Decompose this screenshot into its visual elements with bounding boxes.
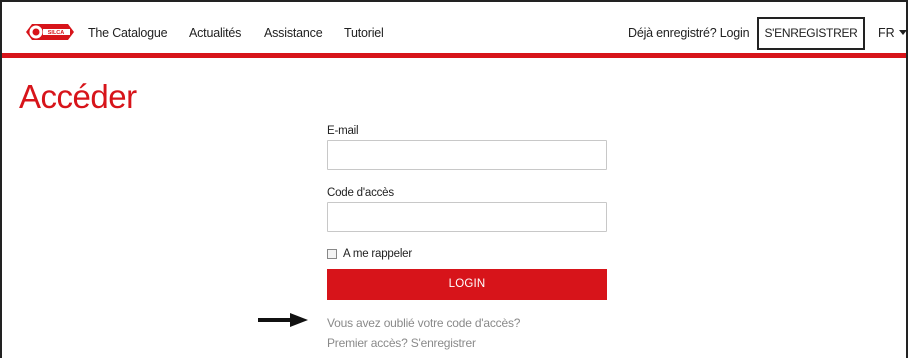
register-button[interactable]: S'ENREGISTRER [757, 17, 865, 50]
login-button[interactable]: LOGIN [327, 269, 607, 300]
nav-item-catalogue[interactable]: The Catalogue [88, 26, 168, 40]
nav-item-assistance[interactable]: Assistance [264, 26, 323, 40]
nav-item-actualites[interactable]: Actualités [189, 26, 241, 40]
password-input[interactable] [327, 202, 607, 232]
remember-me-label: A me rappeler [343, 248, 412, 260]
remember-me-checkbox[interactable] [327, 249, 337, 259]
first-access-register-link[interactable]: Premier accès? S'enregistrer [327, 336, 476, 350]
language-label: FR [878, 26, 895, 40]
silca-logo-icon[interactable]: SILCA [24, 20, 76, 44]
password-label: Code d'accès [327, 187, 394, 199]
remember-me-row[interactable]: A me rappeler [327, 247, 412, 261]
caret-down-icon [898, 30, 907, 35]
language-selector[interactable]: FR [878, 26, 907, 40]
nav-item-tutoriel[interactable]: Tutoriel [344, 26, 384, 40]
email-input[interactable] [327, 140, 607, 170]
page-title: Accéder [19, 78, 137, 115]
logo-text: SILCA [48, 30, 65, 36]
site-header: SILCA The Catalogue Actualités Assistanc… [2, 2, 907, 53]
header-login-link[interactable]: Déjà enregistré? Login [628, 26, 750, 40]
header-red-bar [2, 53, 906, 58]
arrow-right-icon [258, 313, 308, 327]
email-label: E-mail [327, 125, 359, 137]
forgot-password-link[interactable]: Vous avez oublié votre code d'accès? [327, 316, 520, 330]
